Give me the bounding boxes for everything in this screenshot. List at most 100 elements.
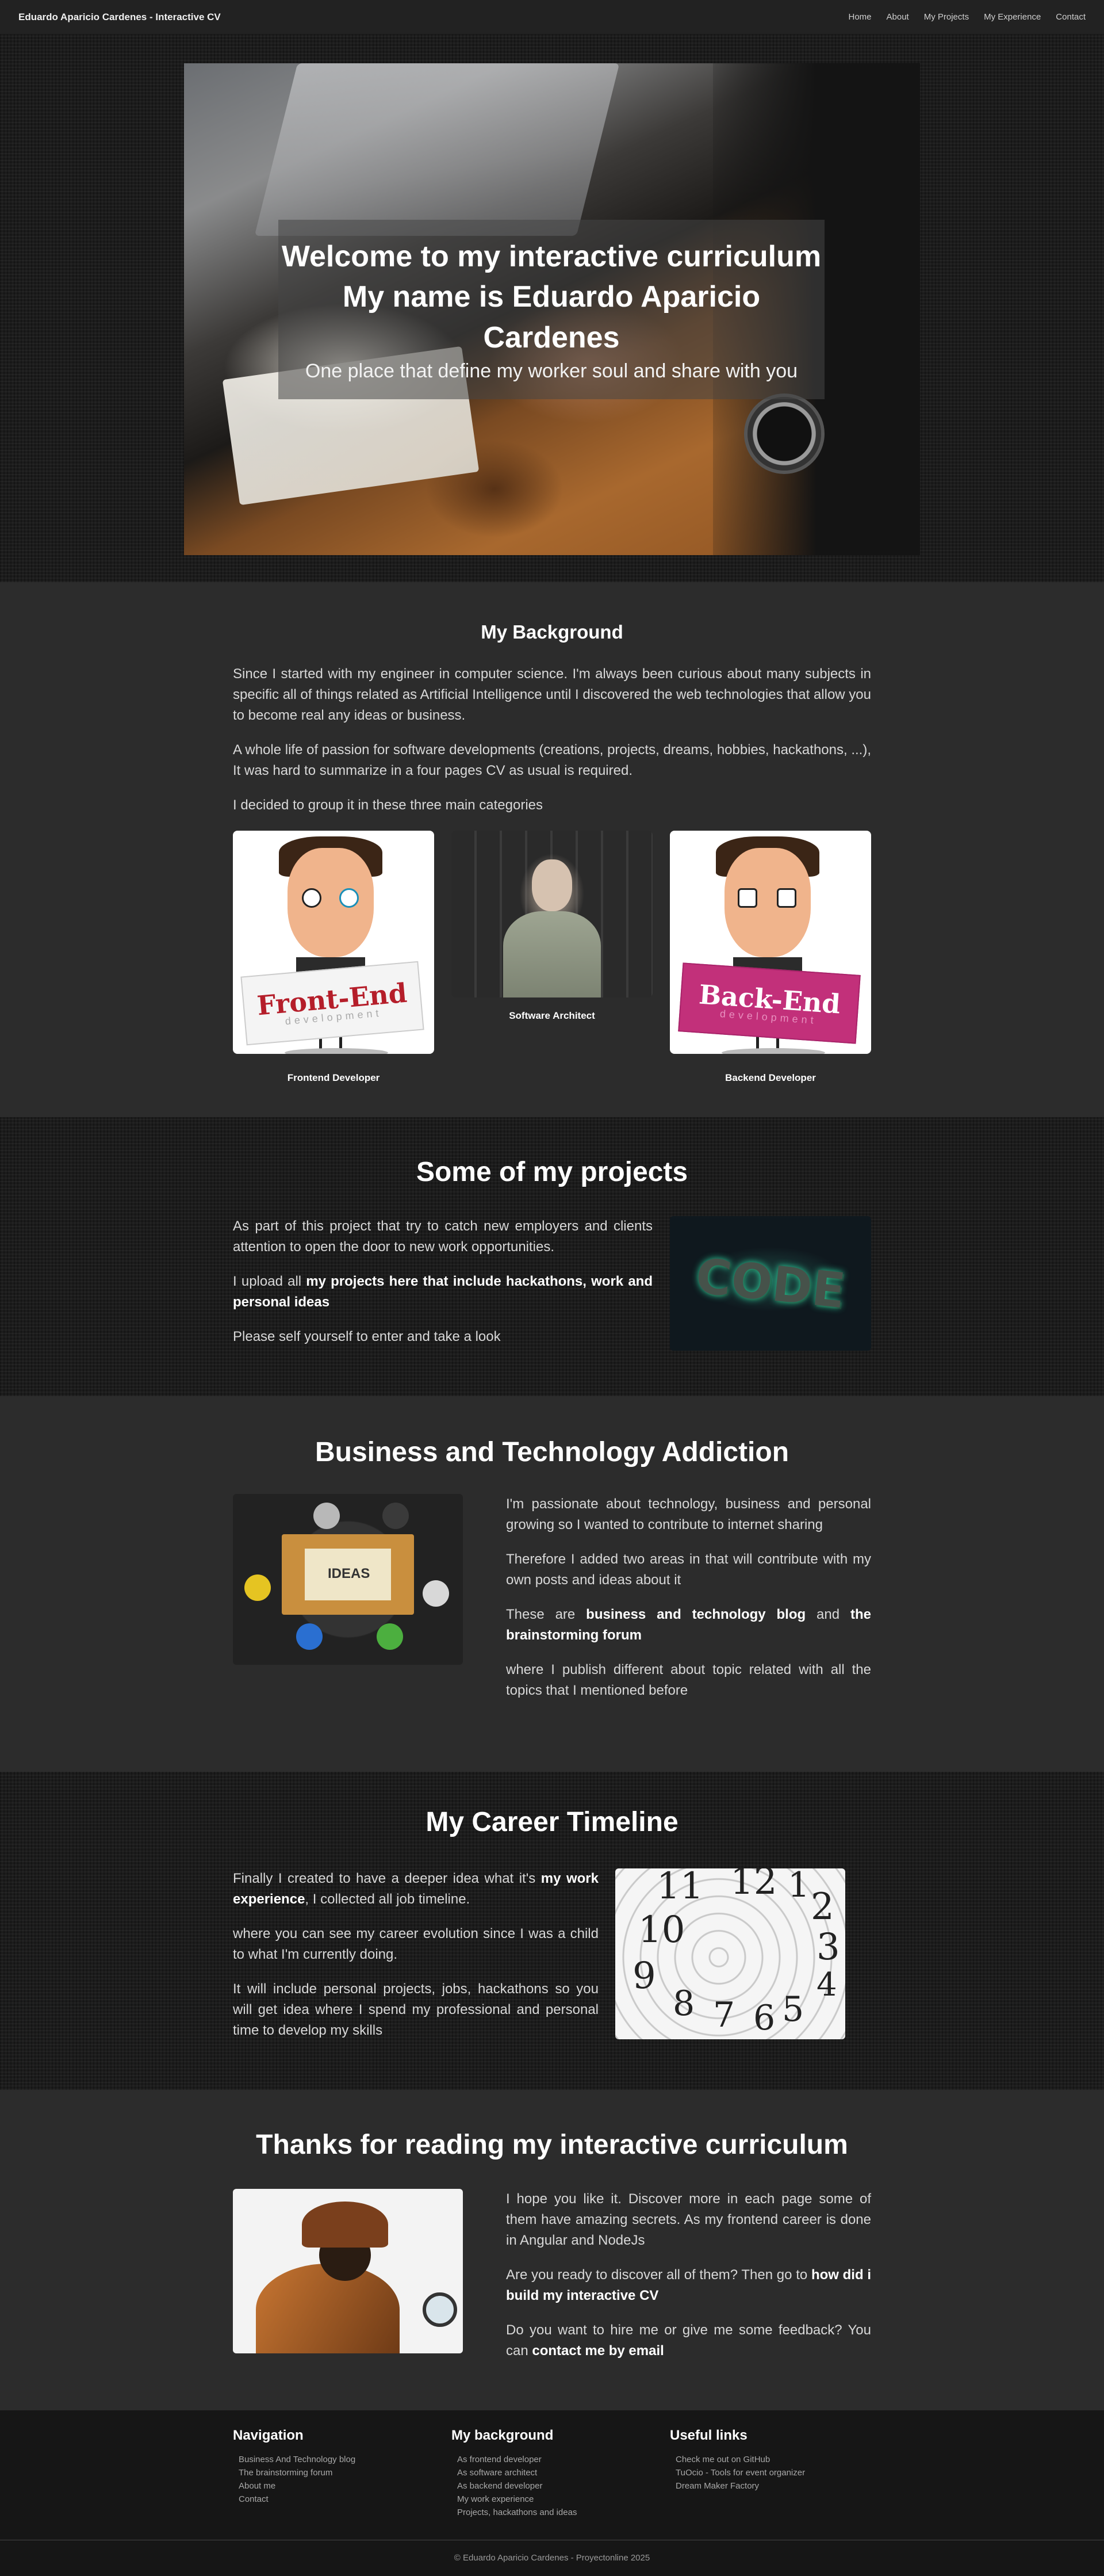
footer-column-useful-links: Useful links Check me out on GitHub TuOc… [670,2428,877,2493]
footer-link[interactable]: As frontend developer [457,2453,658,2466]
clock-number: 10 [638,1909,685,1951]
business-text: I'm passionate about technology, busines… [506,1494,871,1715]
hero-watch-shape [747,397,821,471]
hero-title-line-1: Welcome to my interactive curriculum [281,240,822,274]
nav-home[interactable]: Home [849,12,872,22]
clock-number: 11 [657,1868,704,1908]
clock-number: 5 [782,1989,804,2030]
business-section: Business and Technology Addiction IDEAS … [0,1396,1104,1772]
nav-contact[interactable]: Contact [1056,12,1086,22]
career-section: My Career Timeline Finally I created to … [0,1772,1104,2090]
frontend-card[interactable]: Front-End development Frontend Developer [233,831,434,1084]
toon-eye [302,888,321,908]
back-end-sign: Back-End development [678,962,861,1044]
team-ideas-image: IDEAS [233,1494,463,1665]
top-navbar: Eduardo Aparicio Cardenes - Interactive … [0,0,1104,35]
clock-number: 3 [816,1926,840,1969]
footer-column-title: Navigation [233,2428,304,2443]
projects-paragraph: Please self yourself to enter and take a… [233,1329,501,1344]
projects-paragraph: As part of this project that try to catc… [233,1218,653,1255]
toon-glasses [738,888,757,908]
brand-title[interactable]: Eduardo Aparicio Cardenes - Interactive … [18,12,221,23]
magnifying-glass-icon [423,2292,457,2327]
background-cards: Front-End development Frontend Developer… [233,831,871,1084]
nav-my-experience[interactable]: My Experience [984,12,1041,22]
footer: Navigation Business And Technology blog … [0,2410,1104,2576]
person-shape [244,1574,271,1601]
career-title: My Career Timeline [425,1807,678,1837]
business-blog-link[interactable]: business and technology blog [586,1607,806,1622]
architect-card[interactable]: Software Architect [451,831,653,1022]
architect-suit-shape [503,911,601,997]
backend-card-label[interactable]: Backend Developer [670,1072,871,1084]
toon-glasses [777,888,796,908]
footer-link[interactable]: Contact [239,2493,440,2506]
hero-image: Welcome to my interactive curriculum My … [184,63,920,555]
person-shape [423,1580,449,1607]
projects-text: As part of this project that try to catc… [233,1216,653,1361]
footer-column-background: My background As frontend developer As s… [451,2428,658,2519]
footer-link[interactable]: As software architect [457,2466,658,2479]
career-paragraph: where you can see my career evolution si… [233,1926,599,1962]
business-paragraph: Therefore I added two areas in that will… [506,1551,871,1588]
business-links-and: and [806,1607,850,1622]
clock-number: 9 [632,1955,656,1997]
clock-number: 8 [673,1983,695,2024]
background-title: My Background [481,621,623,643]
clock-number: 6 [753,1998,776,2038]
nav-my-projects[interactable]: My Projects [924,12,969,22]
hero-caption: Welcome to my interactive curriculum My … [278,220,825,399]
hero-section: Welcome to my interactive curriculum My … [0,35,1104,582]
background-section: My Background Since I started with my en… [0,582,1104,1117]
hero-title-line-2: My name is Eduardo Aparicio Cardenes [342,280,761,354]
thanks-title: Thanks for reading my interactive curric… [256,2130,848,2160]
footer-column-title: My background [451,2428,554,2443]
thanks-section: Thanks for reading my interactive curric… [0,2090,1104,2410]
career-paragraph: Finally I created to have a deeper idea … [233,1868,599,1910]
footer-link[interactable]: TuOcio - Tools for event organizer [676,2466,877,2479]
business-paragraph: These are business and technology blog a… [506,1604,871,1646]
nav-about[interactable]: About [887,12,909,22]
contact-email-link[interactable]: contact me by email [532,2343,664,2359]
architect-face-shape [532,859,572,911]
clock-number: 7 [713,1995,735,2035]
career-p1-prefix: Finally I created to have a deeper idea … [233,1871,541,1886]
frontend-image[interactable]: Front-End development [233,831,434,1054]
background-text: Since I started with my engineer in comp… [233,664,871,830]
architect-card-label[interactable]: Software Architect [451,1010,653,1022]
thanks-text: I hope you like it. Discover more in eac… [506,2189,871,2375]
thanks-p2-prefix: Are you ready to discover all of them? T… [506,2267,811,2283]
background-paragraph: A whole life of passion for software dev… [233,742,871,778]
thanks-paragraph: Do you want to hire me or give me some f… [506,2320,871,2361]
thanks-paragraph: I hope you like it. Discover more in eac… [506,2191,871,2248]
copyright-text: © Eduardo Aparicio Cardenes - Proyectonl… [454,2553,650,2563]
team-ideas-text: IDEAS [328,1566,370,1581]
nav-links: Home About My Projects My Experience Con… [849,12,1086,22]
spiral-clock-image: 11 12 1 2 3 10 9 8 7 6 5 4 [615,1868,845,2039]
toon-shadow [722,1048,825,1054]
person-shape [313,1503,340,1529]
backend-image[interactable]: Back-End development [670,831,871,1054]
background-paragraph: I decided to group it in these three mai… [233,797,543,813]
footer-link[interactable]: Check me out on GitHub [676,2453,877,2466]
footer-link[interactable]: Dream Maker Factory [676,2479,877,2493]
footer-link[interactable]: About me [239,2479,440,2493]
projects-paragraph: I upload all my projects here that inclu… [233,1271,653,1313]
footer-link[interactable]: My work experience [457,2493,658,2506]
footer-link[interactable]: The brainstorming forum [239,2466,440,2479]
footer-link[interactable]: As backend developer [457,2479,658,2493]
detective-coat-shape [256,2264,400,2353]
toon-head [288,848,374,957]
person-shape [377,1623,403,1650]
code-image: CODE [670,1216,871,1351]
footer-column-navigation: Navigation Business And Technology blog … [233,2428,440,2506]
frontend-card-label[interactable]: Frontend Developer [233,1072,434,1084]
footer-link[interactable]: Business And Technology blog [239,2453,440,2466]
architect-image[interactable] [451,831,653,997]
clock-number: 12 [730,1868,777,1903]
projects-title: Some of my projects [416,1157,688,1187]
backend-card[interactable]: Back-End development Backend Developer [670,831,871,1084]
clock-number: 4 [816,1966,837,2004]
footer-link[interactable]: Projects, hackathons and ideas [457,2506,658,2519]
detective-image [233,2189,463,2353]
